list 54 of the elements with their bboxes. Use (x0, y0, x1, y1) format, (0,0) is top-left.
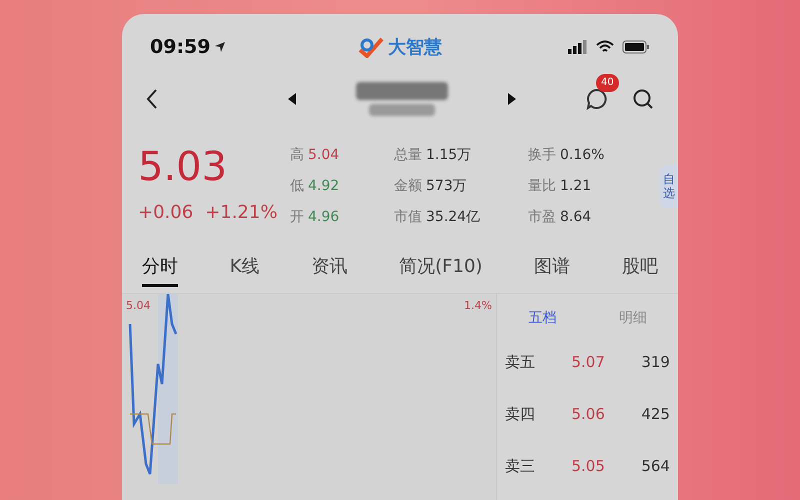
status-time: 09:59 (150, 34, 210, 60)
signal-icon (568, 40, 588, 54)
order-level-label: 卖三 (505, 456, 535, 477)
stat-value: 0.16% (560, 146, 604, 165)
stat-label: 金额 (394, 177, 422, 196)
message-badge: 40 (596, 74, 619, 92)
stat-value: 1.21 (560, 177, 592, 196)
order-price: 5.05 (571, 456, 605, 477)
order-price: 5.06 (571, 404, 605, 425)
next-icon[interactable] (508, 93, 516, 105)
order-price: 5.07 (571, 352, 605, 373)
chart-top-percent: 1.4% (464, 298, 492, 314)
order-volume: 425 (641, 404, 670, 425)
stat-label: 高 (290, 146, 304, 165)
tab[interactable]: 简况(F10) (399, 253, 482, 287)
price-change-percent: +1.21% (205, 201, 278, 225)
logo-icon (358, 36, 384, 58)
stat-label: 量比 (528, 177, 556, 196)
search-icon[interactable] (632, 88, 654, 110)
stat-value: 1.15万 (426, 146, 472, 165)
order-volume: 319 (641, 352, 670, 373)
stat-label: 市盈 (528, 208, 556, 227)
stat-value: 8.64 (560, 208, 592, 227)
order-level-label: 卖四 (505, 404, 535, 425)
message-icon[interactable] (586, 88, 608, 110)
stat-label: 市值 (394, 208, 422, 227)
stat-value: 4.96 (308, 208, 340, 227)
stat-label: 总量 (394, 146, 422, 165)
chart-top-price: 5.04 (126, 298, 150, 314)
order-volume: 564 (641, 456, 670, 477)
previous-icon[interactable] (288, 93, 296, 105)
stat-label: 低 (290, 177, 304, 196)
stat-value: 4.92 (308, 177, 340, 196)
back-icon[interactable] (146, 88, 158, 110)
tab[interactable]: 资讯 (311, 253, 348, 287)
price-change: +0.06 (138, 201, 194, 225)
order-book-tab[interactable]: 五档 (528, 302, 556, 334)
side-tab-label: 自选 (663, 173, 675, 200)
order-level-label: 卖五 (505, 352, 535, 373)
stat-label: 开 (290, 208, 304, 227)
app-logo-text: 大智慧 (388, 36, 442, 60)
location-arrow-icon (214, 41, 226, 53)
stat-value: 35.24亿 (426, 208, 480, 227)
side-tab[interactable]: 自选 (660, 165, 678, 208)
tab[interactable]: 图谱 (534, 253, 570, 287)
battery-icon (622, 40, 650, 54)
wifi-icon (596, 40, 614, 54)
stat-value: 5.04 (308, 146, 340, 165)
stat-value: 573万 (426, 177, 467, 196)
stat-label: 换手 (528, 146, 556, 165)
tab[interactable]: K线 (230, 253, 260, 287)
tab[interactable]: 分时 (142, 253, 178, 287)
current-price: 5.03 (138, 147, 228, 187)
tab[interactable]: 股吧 (622, 253, 658, 287)
